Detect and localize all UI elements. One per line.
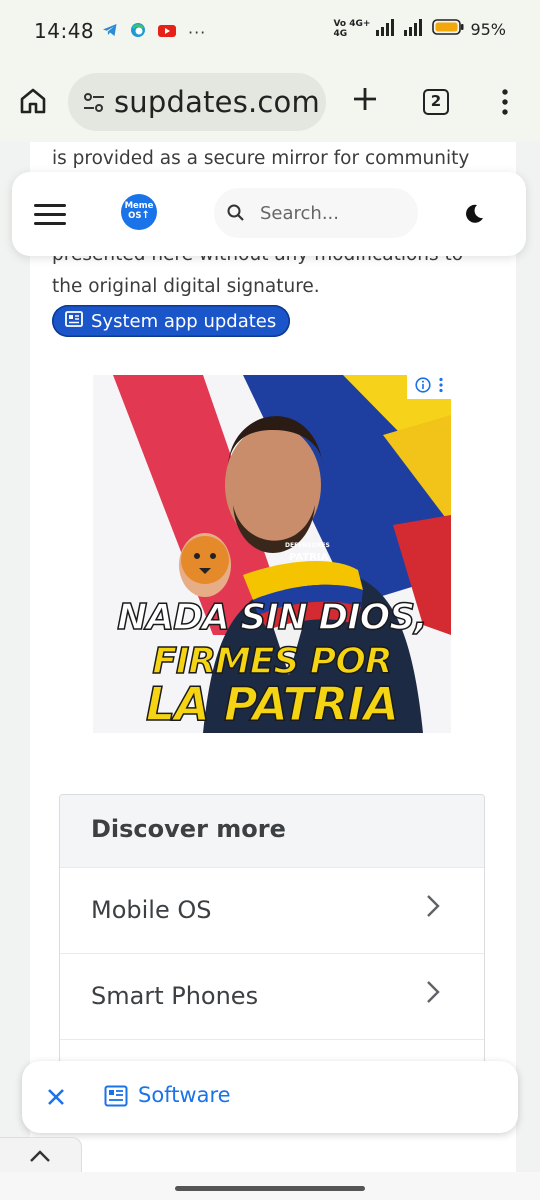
status-bar: 14:48 ··· Vo 4G+ 4G 95%	[0, 0, 540, 62]
system-navigation-bar	[0, 1172, 540, 1200]
tab-switcher-button[interactable]: 2	[423, 89, 449, 115]
chevron-right-icon	[426, 980, 440, 1008]
category-tag-label: System app updates	[91, 310, 277, 332]
close-icon[interactable]	[46, 1087, 66, 1111]
search-box[interactable]	[214, 188, 418, 238]
signal-icon-2	[404, 18, 426, 40]
ad-headline-2: FIRMES POR	[152, 640, 394, 683]
gesture-handle[interactable]	[175, 1186, 365, 1191]
discover-item-mobile-os[interactable]: Mobile OS	[60, 867, 484, 953]
browser-toolbar: supdates.com 2	[0, 62, 540, 142]
new-tab-icon[interactable]	[350, 84, 380, 118]
category-tag-button[interactable]: System app updates	[52, 305, 291, 337]
network-indicator: Vo 4G+ 4G	[333, 19, 371, 39]
dark-mode-toggle-icon[interactable]	[462, 202, 486, 230]
chevron-up-icon	[30, 1150, 50, 1162]
search-icon	[226, 203, 246, 227]
ad-info-icon[interactable]	[415, 377, 431, 397]
notification-icons: ···	[102, 22, 206, 42]
discover-item-label: Smart Phones	[91, 982, 259, 1010]
more-notifications-icon: ···	[188, 22, 207, 42]
discover-item-smart-phones[interactable]: Smart Phones	[60, 953, 484, 1039]
battery-icon	[432, 18, 464, 40]
article-icon	[104, 1085, 128, 1111]
telegram-icon	[102, 22, 118, 42]
site-header: Meme OS↑	[12, 172, 526, 256]
battery-percent: 95%	[470, 19, 506, 39]
ad-headline-3: LA PATRIA	[145, 676, 400, 732]
discover-more-panel: Discover more Mobile OS Smart Phones	[59, 794, 485, 1074]
ad-headline-1: NADA SIN DIOS,	[116, 596, 428, 639]
search-input[interactable]	[260, 199, 410, 227]
more-menu-icon[interactable]	[500, 88, 510, 120]
address-bar[interactable]: supdates.com	[68, 73, 326, 131]
site-logo[interactable]: Meme OS↑	[121, 194, 157, 230]
article-icon	[65, 310, 83, 332]
discover-more-heading: Discover more	[60, 795, 484, 867]
ad-options[interactable]	[407, 375, 451, 399]
status-time: 14:48	[34, 19, 95, 43]
article-text-line: the original digital signature.	[52, 276, 320, 297]
advertisement-banner[interactable]: DEFENSORES PATRIA NADA SIN DIOS, FIRMES …	[93, 375, 451, 733]
floating-category-bar: Software	[22, 1061, 518, 1133]
discover-item-label: Mobile OS	[91, 896, 212, 924]
scroll-to-top-button[interactable]	[0, 1137, 82, 1177]
hamburger-menu-icon[interactable]	[34, 204, 66, 226]
signal-icon	[376, 18, 398, 40]
site-settings-icon[interactable]	[82, 92, 106, 118]
ad-badge-text: DEFENSORES	[285, 542, 330, 549]
article-text-line: is provided as a secure mirror for commu…	[52, 148, 470, 169]
chevron-right-icon	[426, 894, 440, 922]
home-icon[interactable]	[18, 86, 48, 120]
youtube-icon	[158, 23, 176, 42]
ad-badge-title: PATRIA	[289, 552, 329, 563]
category-link[interactable]: Software	[138, 1083, 231, 1107]
url-text: supdates.com	[114, 85, 320, 119]
edge-icon	[130, 22, 146, 42]
ad-menu-icon[interactable]	[439, 377, 443, 397]
